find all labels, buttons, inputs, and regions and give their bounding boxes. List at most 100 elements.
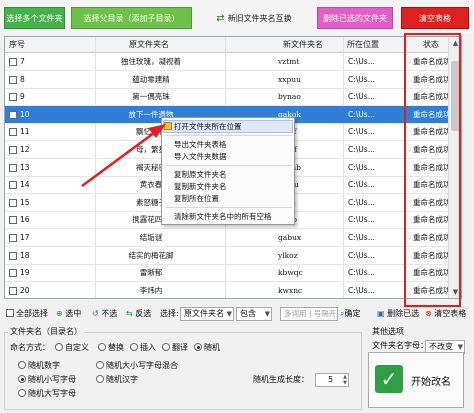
cell-new: kwxnc — [278, 285, 303, 295]
cell-no: 18 — [20, 250, 30, 260]
table-row[interactable]: 17 结垢谜 gabux C:\Us... 重命名成功 — [5, 229, 461, 247]
scroll-thumb[interactable] — [451, 61, 460, 131]
swap-names-button[interactable]: ⇄ 新旧文件夹名互换 — [204, 7, 304, 29]
confirm-button[interactable]: ⌕确定 — [340, 308, 360, 320]
cell-new: kbwqc — [278, 268, 303, 278]
radio-icon — [96, 375, 104, 383]
scroll-down-icon[interactable]: ▼ — [449, 286, 461, 298]
clear-table-button[interactable]: 清空表格 — [401, 7, 469, 29]
radio-icon — [194, 343, 202, 351]
match-select[interactable]: 包含 ▼ — [236, 307, 272, 321]
row-checkbox[interactable] — [9, 216, 17, 225]
cell-location: C:\Us... — [348, 127, 375, 137]
random-uppercase-radio[interactable]: 随机大写字母 — [18, 388, 76, 400]
cell-location: C:\Us... — [348, 162, 375, 172]
row-checkbox[interactable] — [9, 269, 17, 278]
random-digits-radio[interactable]: 随机数字 — [18, 360, 60, 372]
header-location[interactable]: 所在位置 — [347, 37, 379, 53]
method-replace-label: 替换 — [108, 343, 124, 352]
checkbox-icon — [6, 309, 14, 317]
row-checkbox[interactable] — [9, 146, 17, 154]
radio-icon — [18, 389, 26, 397]
clear-table-small-button[interactable]: ⊗ 清空表格 — [425, 308, 466, 320]
row-checkbox[interactable] — [9, 286, 17, 295]
table-row[interactable]: 18 结实的梅花脚 ylkoz C:\Us... 重命名成功 — [5, 247, 461, 265]
cell-status: 重命名成功 — [413, 162, 451, 172]
cell-no: 12 — [20, 145, 30, 154]
cell-status: 重命名成功 — [413, 197, 451, 207]
table-row[interactable]: 19 雷晰郁 kbwqc C:\Us... 重命名成功 — [5, 264, 461, 283]
row-checkbox[interactable] — [9, 128, 17, 137]
header-original[interactable]: 原文件夹名 — [129, 37, 169, 53]
row-checkbox[interactable] — [9, 181, 17, 190]
chevron-down-icon: ▼ — [226, 310, 232, 318]
method-custom-radio[interactable]: 自定义 — [55, 342, 89, 354]
cell-no: 10 — [20, 109, 30, 119]
random-mixed-case-label: 随机大小写字母混合 — [106, 361, 178, 370]
menu-copy-location[interactable]: 复制所在位置 — [174, 193, 219, 204]
row-checkbox[interactable] — [9, 75, 17, 84]
delete-icon: ▣ — [377, 309, 385, 318]
method-translate-radio[interactable]: 翻译 — [162, 342, 188, 354]
scroll-up-icon[interactable]: ▲ — [449, 37, 461, 49]
random-uppercase-label: 随机大写字母 — [28, 389, 76, 398]
select-in-button[interactable]: ⊕ 选中 — [56, 308, 81, 320]
menu-open-location[interactable]: 打开文件夹所在位置 — [174, 121, 242, 132]
select-multiple-folders-button[interactable]: 选择多个文件夹 — [4, 7, 65, 29]
row-checkbox[interactable] — [9, 251, 17, 260]
random-mixed-case-radio[interactable]: 随机大小写字母混合 — [96, 360, 178, 372]
cell-no: 17 — [20, 233, 30, 242]
row-checkbox[interactable] — [9, 93, 17, 102]
select-all-label: 全部选择 — [16, 309, 48, 318]
close-icon: ⊗ — [425, 309, 432, 318]
table-header: 序号 原文件夹名 新文件夹名 所在位置 状态 — [5, 37, 461, 53]
radio-icon — [96, 361, 104, 369]
invert-button[interactable]: ⇆ 反选 — [126, 308, 151, 320]
start-rename-button[interactable]: ✓ 开始改名 — [368, 352, 464, 408]
spinner-arrows-icon[interactable]: ▲ ▼ — [343, 374, 347, 386]
table-row[interactable]: 20 李炜内 kwxnc C:\Us... 重命名成功 — [5, 282, 461, 298]
menu-import-data[interactable]: 导入文件夹数据 — [174, 151, 227, 162]
cell-location: C:\Us... — [348, 268, 375, 278]
row-checkbox[interactable] — [9, 110, 17, 119]
cell-new: vztmt — [278, 57, 300, 66]
random-lowercase-radio[interactable]: 随机小写字母 — [18, 374, 76, 386]
cell-location: C:\Us... — [348, 285, 375, 295]
cell-no: 15 — [20, 197, 30, 207]
method-custom-label: 自定义 — [65, 343, 89, 352]
method-insert-radio[interactable]: 插入 — [130, 342, 156, 354]
delete-selected-label: 删除已选 — [387, 309, 420, 318]
table-row[interactable]: 9 第一偶亮珠 bynao C:\Us... 重命名成功 — [5, 88, 461, 107]
row-checkbox[interactable] — [9, 198, 17, 207]
header-new[interactable]: 新文件夹名 — [283, 37, 323, 53]
menu-clear-spaces[interactable]: 清除新文件夹名中的所有空格 — [174, 211, 272, 222]
cell-location: C:\Us... — [348, 250, 375, 260]
length-stepper[interactable]: 5 ▲ ▼ — [315, 373, 349, 387]
delete-selected-button[interactable]: ▣ 删除已选 — [377, 308, 419, 320]
menu-export-table[interactable]: 导出文件夹表格 — [174, 139, 227, 150]
row-checkbox[interactable] — [9, 163, 17, 172]
row-checkbox[interactable] — [9, 234, 17, 242]
vertical-scrollbar[interactable]: ▲ ▼ — [448, 37, 461, 298]
header-no[interactable]: 序号 — [9, 37, 25, 53]
table-row[interactable]: 8 蕴动零建精 xxpuu C:\Us... 重命名成功 — [5, 71, 461, 89]
method-replace-radio[interactable]: 替换 — [98, 342, 124, 354]
search-input[interactable]: 多词用 | 号隔开 — [280, 307, 338, 321]
select-parent-directory-button[interactable]: 选择父目录（添加子目录） — [71, 7, 192, 29]
column-select[interactable]: 原文件夹名 ▼ — [180, 307, 234, 321]
case-label: 文件夹名字母： — [372, 341, 428, 350]
menu-copy-new[interactable]: 复制新文件夹名 — [174, 181, 227, 192]
menu-copy-original[interactable]: 复制原文件夹名 — [174, 169, 227, 180]
delete-selected-folders-button[interactable]: 删除已选的文件夹 — [317, 7, 393, 29]
cell-no: 7 — [20, 57, 25, 66]
method-random-radio[interactable]: 随机 — [194, 342, 220, 354]
random-chinese-radio[interactable]: 随机汉字 — [96, 374, 138, 386]
cell-new: gabux — [278, 233, 302, 242]
row-checkbox[interactable] — [9, 58, 17, 66]
table-row[interactable]: 7 独住玫瑰，凝视着 vztmt C:\Us... 重命名成功 — [5, 53, 461, 71]
not-select-button[interactable]: ↺ 不选 — [92, 308, 117, 320]
header-status[interactable]: 状态 — [423, 37, 439, 53]
select-all-checkbox[interactable]: 全部选择 — [6, 308, 48, 320]
not-select-label: 不选 — [101, 309, 118, 318]
select-in-label: 选中 — [65, 309, 82, 318]
